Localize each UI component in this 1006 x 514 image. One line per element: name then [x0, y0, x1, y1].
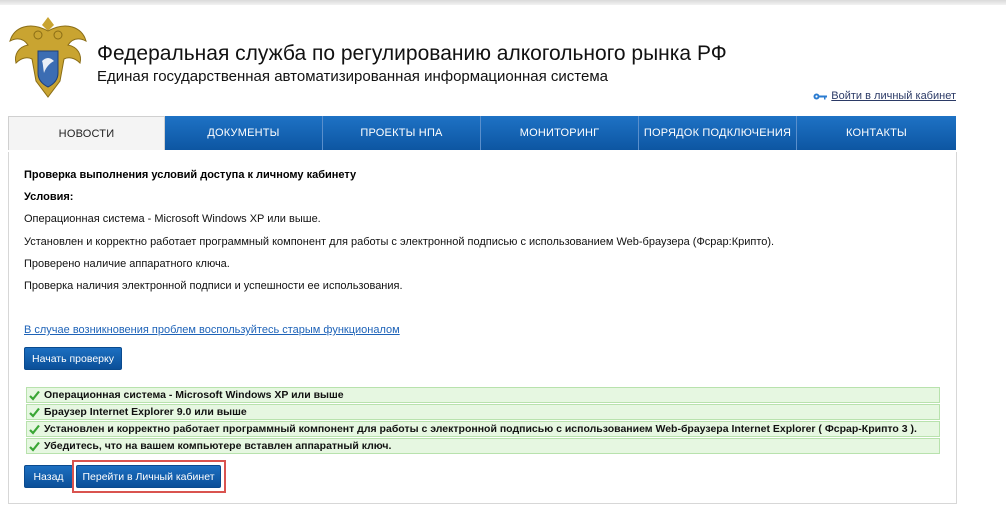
condition-item: Операционная система - Microsoft Windows… — [24, 213, 321, 225]
nav-tab-contacts[interactable]: КОНТАКТЫ — [797, 116, 956, 150]
main-nav: НОВОСТИ ДОКУМЕНТЫ ПРОЕКТЫ НПА МОНИТОРИНГ… — [8, 116, 956, 150]
conditions-label: Условия: — [24, 191, 74, 203]
check-result-text: Установлен и корректно работает программ… — [44, 423, 917, 435]
check-results: Операционная система - Microsoft Windows… — [26, 387, 940, 455]
checkmark-icon — [29, 407, 40, 418]
checkmark-icon — [29, 390, 40, 401]
back-button[interactable]: Назад — [24, 465, 73, 488]
site-header: Федеральная служба по регулированию алко… — [8, 6, 956, 114]
key-icon — [813, 93, 828, 99]
check-result-row: Операционная система - Microsoft Windows… — [26, 387, 940, 403]
check-result-row: Убедитесь, что на вашем компьютере встав… — [26, 438, 940, 454]
nav-tab-connection-procedure[interactable]: ПОРЯДОК ПОДКЛЮЧЕНИЯ — [639, 116, 797, 150]
checkmark-icon — [29, 424, 40, 435]
site-title: Федеральная служба по регулированию алко… — [97, 42, 727, 65]
check-result-row: Браузер Internet Explorer 9.0 или выше — [26, 404, 940, 420]
checkmark-icon — [29, 441, 40, 452]
nav-tab-monitoring[interactable]: МОНИТОРИНГ — [481, 116, 639, 150]
nav-tab-npa-projects[interactable]: ПРОЕКТЫ НПА — [323, 116, 481, 150]
page-title: Проверка выполнения условий доступа к ли… — [24, 169, 357, 181]
condition-item: Проверка наличия электронной подписи и у… — [24, 280, 403, 292]
condition-item: Проверено наличие аппаратного ключа. — [24, 258, 230, 270]
coat-of-arms-emblem — [9, 17, 87, 98]
check-result-text: Операционная система - Microsoft Windows… — [44, 389, 344, 401]
go-to-cabinet-button[interactable]: Перейти в Личный кабинет — [76, 465, 221, 488]
login-link[interactable]: Войти в личный кабинет — [813, 90, 956, 102]
content-panel: Проверка выполнения условий доступа к ли… — [8, 152, 957, 504]
top-border — [0, 0, 1006, 5]
check-result-row: Установлен и корректно работает программ… — [26, 421, 940, 437]
check-result-text: Убедитесь, что на вашем компьютере встав… — [44, 440, 392, 452]
start-check-button[interactable]: Начать проверку — [24, 347, 122, 370]
nav-tab-news[interactable]: НОВОСТИ — [8, 116, 165, 150]
login-link-label[interactable]: Войти в личный кабинет — [831, 90, 956, 102]
check-result-text: Браузер Internet Explorer 9.0 или выше — [44, 406, 247, 418]
condition-item: Установлен и корректно работает программ… — [24, 236, 775, 248]
old-functional-link[interactable]: В случае возникновения проблем воспользу… — [24, 324, 400, 336]
nav-tab-documents[interactable]: ДОКУМЕНТЫ — [165, 116, 323, 150]
site-subtitle: Единая государственная автоматизированна… — [97, 68, 609, 85]
